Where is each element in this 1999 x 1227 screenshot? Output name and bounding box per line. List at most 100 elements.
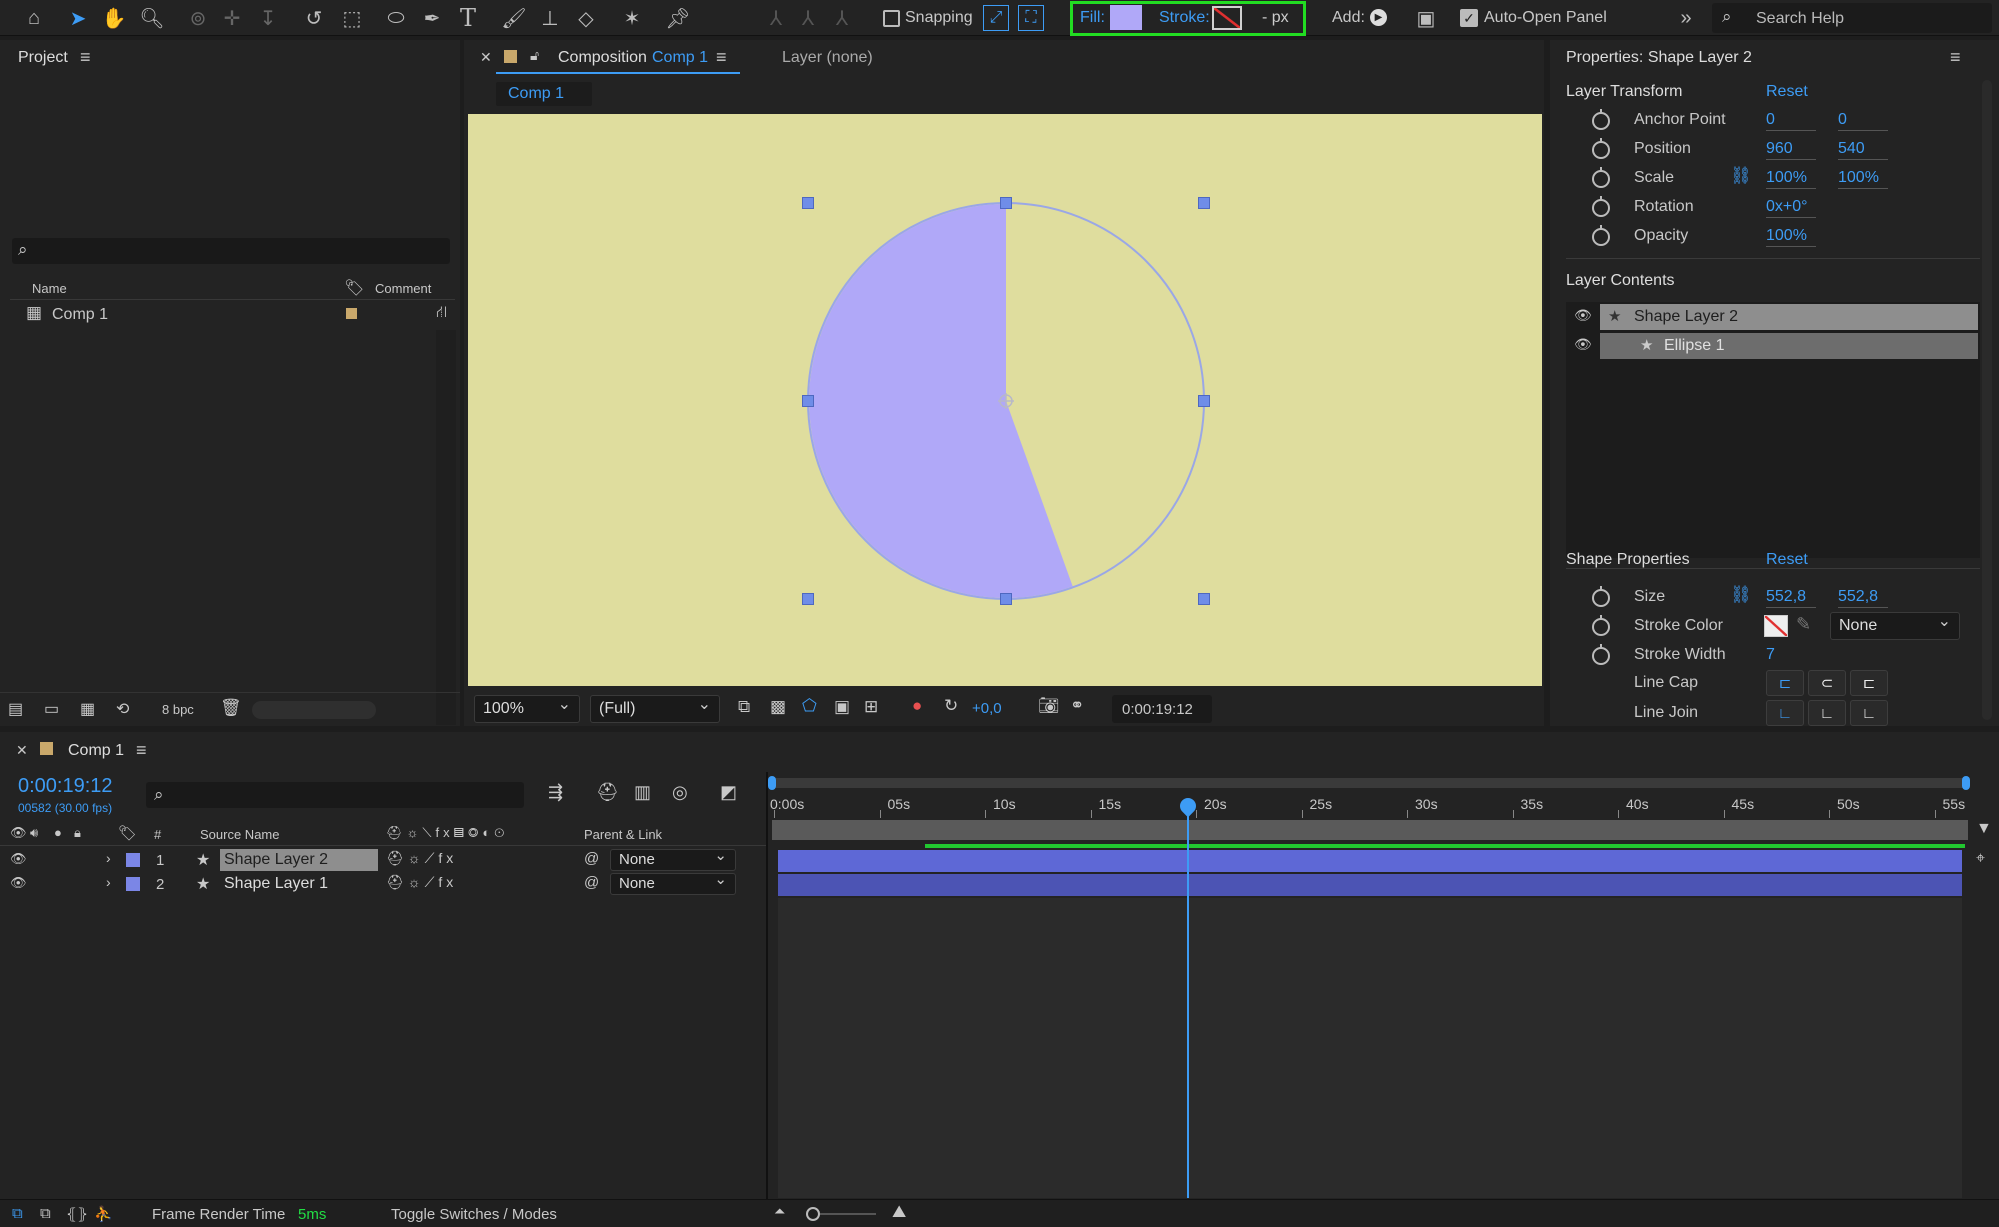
col-comment[interactable]: Comment: [375, 281, 431, 296]
reset-exposure-icon[interactable]: ↻: [944, 696, 958, 716]
scale-y-value[interactable]: 100%: [1838, 169, 1888, 189]
home-icon[interactable]: ⌂: [16, 0, 52, 36]
thumbnail-slider[interactable]: [252, 701, 376, 719]
layer-color-swatch[interactable]: [126, 853, 140, 867]
col-source-name[interactable]: Source Name: [200, 827, 279, 842]
comp-sub-tab[interactable]: Comp 1: [496, 82, 592, 106]
project-settings-icon[interactable]: ⟲: [116, 699, 129, 719]
layer-bar-1[interactable]: [778, 850, 1962, 872]
time-ruler[interactable]: 0:00s 05s 10s 15s 20s 25s 30s 35s 40s 45s 50s 55s: [770, 788, 1970, 818]
line-join-bevel-button[interactable]: ∟: [1850, 700, 1888, 726]
transfer-controls-icon[interactable]: ⧉: [40, 1205, 51, 1222]
stroke-color-swatch[interactable]: [1212, 6, 1242, 30]
snapping-checkbox[interactable]: [883, 10, 900, 27]
grid-guides-icon[interactable]: ⊞: [864, 697, 878, 717]
bounding-handle-ml[interactable]: [802, 395, 814, 407]
project-item[interactable]: ▦ Comp 1 ⛙: [10, 302, 455, 326]
label-tag-icon[interactable]: 🏷︎: [118, 824, 137, 842]
line-join-miter-button[interactable]: ∟: [1766, 700, 1804, 726]
toggle-switches-modes[interactable]: Toggle Switches / Modes: [391, 1206, 557, 1223]
timeline-search-input[interactable]: ⌕: [146, 782, 524, 808]
layer-name[interactable]: Shape Layer 1: [224, 875, 328, 893]
composition-canvas[interactable]: [468, 114, 1542, 686]
anchor-y-value[interactable]: 0: [1838, 111, 1888, 131]
pen-tool-icon[interactable]: ✒: [414, 0, 450, 36]
stroke-color-swatch[interactable]: [1764, 615, 1788, 637]
pan-tool-icon[interactable]: ✛: [214, 0, 250, 36]
motion-blur-icon[interactable]: ◎: [672, 782, 688, 803]
project-search-input[interactable]: ⌕: [12, 238, 450, 264]
selection-tool-icon[interactable]: ➤: [60, 0, 96, 36]
clone-stamp-tool-icon[interactable]: ⊥: [532, 0, 568, 36]
transparency-grid-icon[interactable]: ▩: [770, 697, 786, 717]
ellipse-tool-icon[interactable]: ⬭: [378, 0, 414, 36]
trash-icon[interactable]: 🗑︎: [220, 698, 242, 718]
content-item-ellipse[interactable]: ★ Ellipse 1: [1600, 333, 1978, 359]
stroke-label[interactable]: Stroke:: [1159, 9, 1210, 27]
project-menu-icon[interactable]: ≡: [80, 47, 91, 68]
stroke-width-value[interactable]: 7: [1766, 646, 1775, 664]
bounding-handle-bc[interactable]: [1000, 593, 1012, 605]
mask-visibility-icon[interactable]: ⬠: [802, 696, 817, 716]
zoom-in-icon[interactable]: ⛰: [892, 1202, 906, 1222]
pick-whip-icon[interactable]: @: [584, 874, 599, 891]
bounding-handle-br[interactable]: [1198, 593, 1210, 605]
close-icon[interactable]: ✕: [480, 49, 492, 66]
pick-whip-icon[interactable]: @: [584, 850, 599, 867]
flowchart-icon[interactable]: ⛙: [436, 303, 447, 323]
channel-icon[interactable]: ●: [912, 696, 922, 716]
stroke-width-stopwatch-icon[interactable]: [1592, 644, 1610, 665]
shape-reset-button[interactable]: Reset: [1766, 551, 1808, 569]
snap-features-button[interactable]: ⛶: [1018, 5, 1044, 31]
timeline-zoom-thumb[interactable]: [806, 1207, 820, 1221]
puppet-tool-icon[interactable]: 📌︎: [660, 0, 696, 36]
composition-tab-label[interactable]: Composition: [558, 49, 647, 67]
layer-switches[interactable]: ⛑☼⟋fx: [386, 874, 457, 891]
close-icon[interactable]: ✕: [16, 742, 28, 759]
size-link-icon[interactable]: ⛓: [1730, 585, 1752, 605]
audio-switch-icon[interactable]: 🔊︎: [30, 825, 38, 841]
layer-color-swatch[interactable]: [126, 877, 140, 891]
layer-switches[interactable]: ⛑☼⟋fx: [386, 850, 457, 867]
bounding-handle-tr[interactable]: [1198, 197, 1210, 209]
in-out-icon[interactable]: ⦃⦄: [66, 1205, 88, 1223]
search-help-field[interactable]: ⌕ Search Help: [1712, 3, 1992, 33]
new-comp-icon[interactable]: ▦: [80, 699, 95, 719]
graph-editor-icon[interactable]: ◩: [720, 782, 737, 803]
shy-layers-icon[interactable]: ⛑: [596, 782, 619, 803]
project-scrollbar[interactable]: [436, 330, 456, 725]
layer-row-1[interactable]: 👁︎ › 1 ★ Shape Layer 2 ⛑☼⟋fx @ None: [0, 846, 770, 872]
bounding-handle-mr[interactable]: [1198, 395, 1210, 407]
eye-icon[interactable]: 👁︎: [10, 851, 27, 867]
scale-stopwatch-icon[interactable]: [1592, 167, 1610, 188]
auto-open-checkbox[interactable]: ✓: [1460, 9, 1478, 27]
work-area-bar[interactable]: [772, 778, 1970, 788]
fill-label[interactable]: Fill:: [1080, 9, 1105, 27]
line-cap-round-button[interactable]: ⊂: [1808, 670, 1846, 696]
lock-icon[interactable]: 🔓︎: [530, 47, 539, 64]
region-of-interest-icon[interactable]: ▣: [834, 697, 850, 717]
bounding-handle-tl[interactable]: [802, 197, 814, 209]
fill-color-swatch[interactable]: [1110, 5, 1142, 30]
properties-menu-icon[interactable]: ≡: [1950, 47, 1961, 68]
playhead[interactable]: [1187, 800, 1189, 1198]
size-h-value[interactable]: 552,8: [1838, 588, 1888, 608]
col-parent-link[interactable]: Parent & Link: [584, 827, 662, 842]
eyedropper-icon[interactable]: ✎: [1796, 614, 1811, 635]
timeline-timecode[interactable]: 0:00:19:12: [18, 775, 113, 798]
hand-tool-icon[interactable]: ✋: [96, 0, 132, 36]
opacity-stopwatch-icon[interactable]: [1592, 225, 1610, 246]
panel-layout-icon[interactable]: ▣: [1408, 0, 1444, 36]
size-stopwatch-icon[interactable]: [1592, 586, 1610, 607]
rotation-stopwatch-icon[interactable]: [1592, 196, 1610, 217]
axis-view-icon[interactable]: ⅄: [824, 0, 860, 36]
content-item-shape-layer[interactable]: ★ Shape Layer 2: [1600, 304, 1978, 330]
position-y-value[interactable]: 540: [1838, 140, 1888, 160]
line-cap-square-button[interactable]: ⊏: [1850, 670, 1888, 696]
eye-icon[interactable]: 👁︎: [10, 875, 27, 891]
axis-local-icon[interactable]: ⅄: [758, 0, 794, 36]
eraser-tool-icon[interactable]: ◇: [568, 0, 604, 36]
expand-arrow-icon[interactable]: ›: [106, 850, 111, 866]
scale-link-icon[interactable]: ⛓: [1730, 166, 1752, 186]
transform-reset-button[interactable]: Reset: [1766, 83, 1808, 101]
